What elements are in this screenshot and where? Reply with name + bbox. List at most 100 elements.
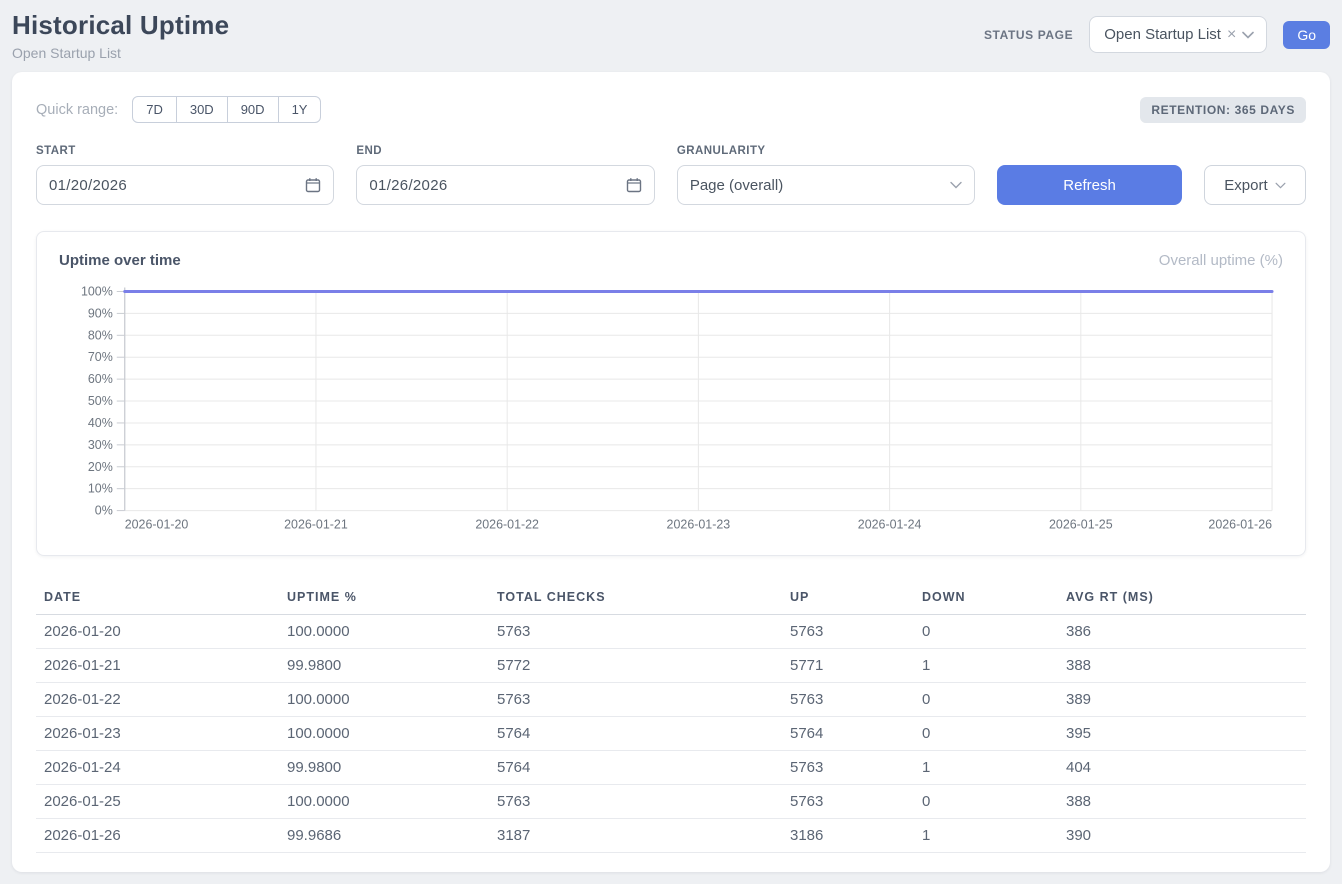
page-title: Historical Uptime <box>12 10 229 41</box>
end-date-input[interactable] <box>369 177 625 194</box>
export-button-label: Export <box>1224 177 1267 194</box>
x-tick-label: 2026-01-20 <box>125 518 189 532</box>
y-tick-label: 70% <box>88 350 113 364</box>
uptime-line-chart: 0%10%20%30%40%50%60%70%80%90%100%2026-01… <box>59 279 1283 541</box>
start-date-input-box[interactable] <box>36 165 334 205</box>
clear-selection-icon[interactable]: × <box>1227 27 1236 43</box>
page-subtitle: Open Startup List <box>12 45 229 61</box>
table-cell: 100.0000 <box>279 785 489 819</box>
table-cell: 100.0000 <box>279 717 489 751</box>
table-cell: 1 <box>914 649 1058 683</box>
table-cell: 5764 <box>489 717 782 751</box>
y-tick-label: 60% <box>88 372 113 386</box>
end-label: END <box>356 145 654 157</box>
quick-range-label: Quick range: <box>36 102 118 118</box>
x-tick-label: 2026-01-21 <box>284 518 348 532</box>
table-row: 2026-01-2499.9800576457631404 <box>36 751 1306 785</box>
y-tick-label: 30% <box>88 438 113 452</box>
granularity-select-value: Page (overall) <box>690 177 783 194</box>
table-cell: 2026-01-20 <box>36 615 279 649</box>
y-tick-label: 10% <box>88 482 113 496</box>
table-cell: 2026-01-26 <box>36 819 279 853</box>
y-tick-label: 50% <box>88 394 113 408</box>
start-date-input[interactable] <box>49 177 305 194</box>
column-header: AVG RT (MS) <box>1058 582 1306 615</box>
status-page-label: STATUS PAGE <box>984 28 1073 42</box>
table-row: 2026-01-2699.9686318731861390 <box>36 819 1306 853</box>
table-cell: 386 <box>1058 615 1306 649</box>
table-cell: 5771 <box>782 649 914 683</box>
y-tick-label: 20% <box>88 460 113 474</box>
end-date-input-box[interactable] <box>356 165 654 205</box>
y-tick-label: 100% <box>81 284 113 298</box>
status-page-select-value: Open Startup List <box>1104 26 1221 43</box>
start-label: START <box>36 145 334 157</box>
table-header-row: DATEUPTIME %TOTAL CHECKSUPDOWNAVG RT (MS… <box>36 582 1306 615</box>
table-cell: 0 <box>914 683 1058 717</box>
column-header: DATE <box>36 582 279 615</box>
table-cell: 0 <box>914 717 1058 751</box>
chart-title: Uptime over time <box>59 252 181 269</box>
quick-range-30d[interactable]: 30D <box>176 96 228 123</box>
table-cell: 100.0000 <box>279 615 489 649</box>
table-cell: 5772 <box>489 649 782 683</box>
table-cell: 2026-01-23 <box>36 717 279 751</box>
main-panel: Quick range: 7D30D90D1Y RETENTION: 365 D… <box>12 72 1330 872</box>
table-cell: 5764 <box>782 717 914 751</box>
table-cell: 100.0000 <box>279 683 489 717</box>
y-tick-label: 90% <box>88 306 113 320</box>
quick-range-1y[interactable]: 1Y <box>278 96 322 123</box>
quick-range-group: 7D30D90D1Y <box>132 96 321 123</box>
table-row: 2026-01-25100.0000576357630388 <box>36 785 1306 819</box>
refresh-button[interactable]: Refresh <box>997 165 1182 205</box>
quick-range-90d[interactable]: 90D <box>227 96 279 123</box>
table-cell: 389 <box>1058 683 1306 717</box>
x-tick-label: 2026-01-23 <box>667 518 731 532</box>
table-cell: 390 <box>1058 819 1306 853</box>
table-cell: 99.9800 <box>279 751 489 785</box>
table-cell: 99.9686 <box>279 819 489 853</box>
table-cell: 0 <box>914 785 1058 819</box>
table-cell: 5763 <box>782 751 914 785</box>
table-cell: 99.9800 <box>279 649 489 683</box>
quick-range-7d[interactable]: 7D <box>132 96 177 123</box>
y-tick-label: 0% <box>95 504 113 518</box>
table-cell: 1 <box>914 751 1058 785</box>
status-page-select[interactable]: Open Startup List × <box>1089 16 1267 53</box>
go-button[interactable]: Go <box>1283 21 1330 49</box>
table-cell: 5763 <box>782 785 914 819</box>
table-cell: 2026-01-22 <box>36 683 279 717</box>
uptime-chart-card: Uptime over time Overall uptime (%) 0%10… <box>36 231 1306 556</box>
table-row: 2026-01-2199.9800577257711388 <box>36 649 1306 683</box>
table-row: 2026-01-22100.0000576357630389 <box>36 683 1306 717</box>
table-cell: 0 <box>914 615 1058 649</box>
start-date-field-group: START <box>36 145 334 205</box>
quick-range-row: Quick range: 7D30D90D1Y RETENTION: 365 D… <box>36 96 1306 123</box>
table-cell: 3187 <box>489 819 782 853</box>
table-cell: 5764 <box>489 751 782 785</box>
x-tick-label: 2026-01-26 <box>1208 518 1272 532</box>
granularity-label: GRANULARITY <box>677 145 975 157</box>
top-bar: Historical Uptime Open Startup List STAT… <box>12 0 1330 72</box>
table-cell: 2026-01-21 <box>36 649 279 683</box>
retention-badge: RETENTION: 365 DAYS <box>1140 97 1306 123</box>
column-header: TOTAL CHECKS <box>489 582 782 615</box>
table-cell: 2026-01-25 <box>36 785 279 819</box>
table-body: 2026-01-20100.00005763576303862026-01-21… <box>36 615 1306 853</box>
granularity-select[interactable]: Page (overall) <box>677 165 975 205</box>
calendar-icon[interactable] <box>305 177 321 193</box>
header-controls: STATUS PAGE Open Startup List × Go <box>984 16 1330 53</box>
calendar-icon[interactable] <box>626 177 642 193</box>
table-row: 2026-01-23100.0000576457640395 <box>36 717 1306 751</box>
filters-row: START END GRANULARITY Page (overall) <box>36 145 1306 205</box>
table-cell: 395 <box>1058 717 1306 751</box>
chevron-down-icon <box>1242 31 1254 39</box>
table-cell: 5763 <box>489 615 782 649</box>
x-tick-label: 2026-01-24 <box>858 518 922 532</box>
y-tick-label: 40% <box>88 416 113 430</box>
export-button[interactable]: Export <box>1204 165 1306 205</box>
table-cell: 5763 <box>489 785 782 819</box>
table-cell: 1 <box>914 819 1058 853</box>
column-header: UP <box>782 582 914 615</box>
column-header: UPTIME % <box>279 582 489 615</box>
